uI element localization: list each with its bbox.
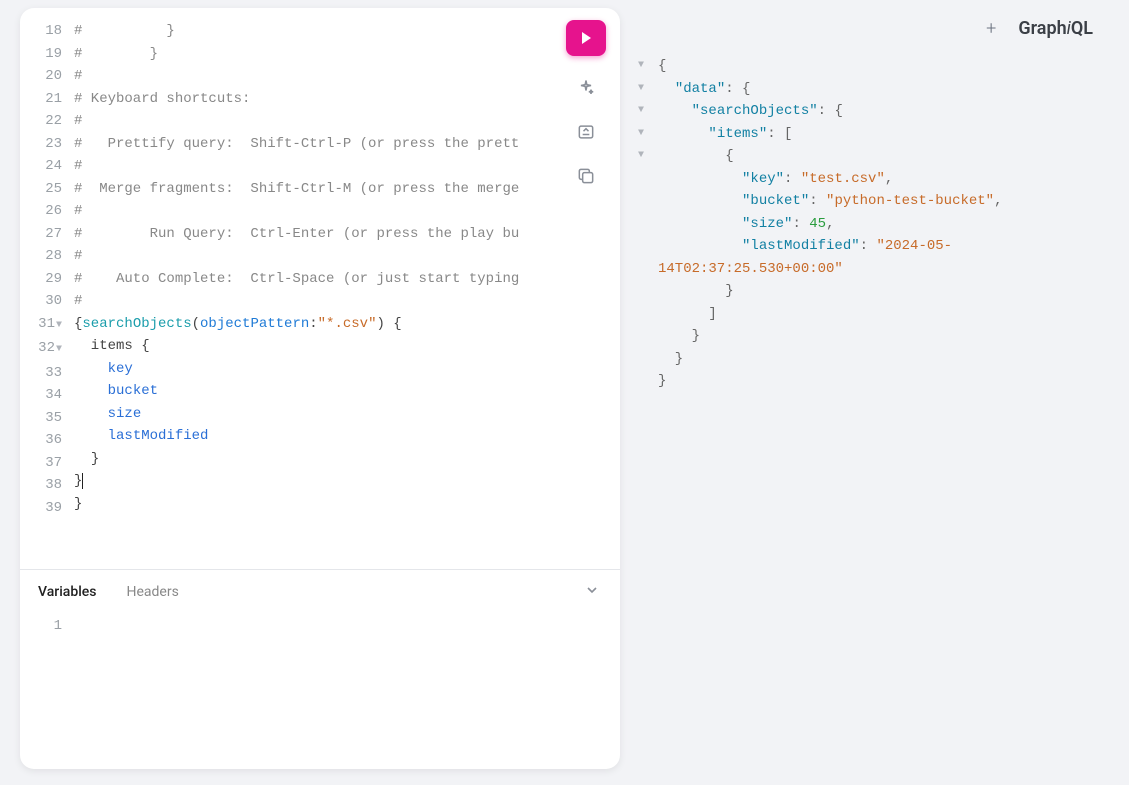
add-tab-button[interactable]: + [986, 18, 996, 39]
tab-headers[interactable]: Headers [126, 584, 178, 600]
response-panel: + GraphiQL ▼▼▼▼▼ { "data": { "searchObje… [628, 8, 1117, 777]
app-root: 1819202122232425262728293031▼32▼33343536… [4, 8, 1125, 777]
copy-icon [576, 166, 596, 186]
response-header: + GraphiQL [628, 8, 1117, 43]
chevron-down-icon [584, 582, 600, 598]
merge-fragments-button[interactable] [574, 120, 598, 144]
query-panel: 1819202122232425262728293031▼32▼33343536… [20, 8, 620, 769]
tab-variables[interactable]: Variables [38, 584, 96, 600]
graphiql-logo: GraphiQL [1018, 18, 1093, 39]
response-json: { "data": { "searchObjects": { "items": … [658, 55, 1107, 393]
copy-button[interactable] [574, 164, 598, 188]
line-gutter: 1819202122232425262728293031▼32▼33343536… [20, 8, 74, 569]
collapse-variables-button[interactable] [584, 582, 600, 602]
variables-editor[interactable]: 1 [20, 614, 620, 769]
editor-toolbar [566, 20, 606, 188]
prettify-button[interactable] [574, 76, 598, 100]
sparkle-icon [576, 78, 596, 98]
bottom-tabs: Variables Headers [20, 570, 620, 614]
response-fold-gutter: ▼▼▼▼▼ [638, 55, 658, 393]
play-icon [578, 30, 594, 46]
query-code[interactable]: # }# }## Keyboard shortcuts:## Prettify … [74, 8, 620, 569]
merge-icon [576, 122, 596, 142]
response-viewer[interactable]: ▼▼▼▼▼ { "data": { "searchObjects": { "it… [628, 43, 1117, 405]
run-query-button[interactable] [566, 20, 606, 56]
variables-section: Variables Headers 1 [20, 569, 620, 769]
query-editor[interactable]: 1819202122232425262728293031▼32▼33343536… [20, 8, 620, 569]
variables-gutter: 1 [20, 614, 74, 769]
